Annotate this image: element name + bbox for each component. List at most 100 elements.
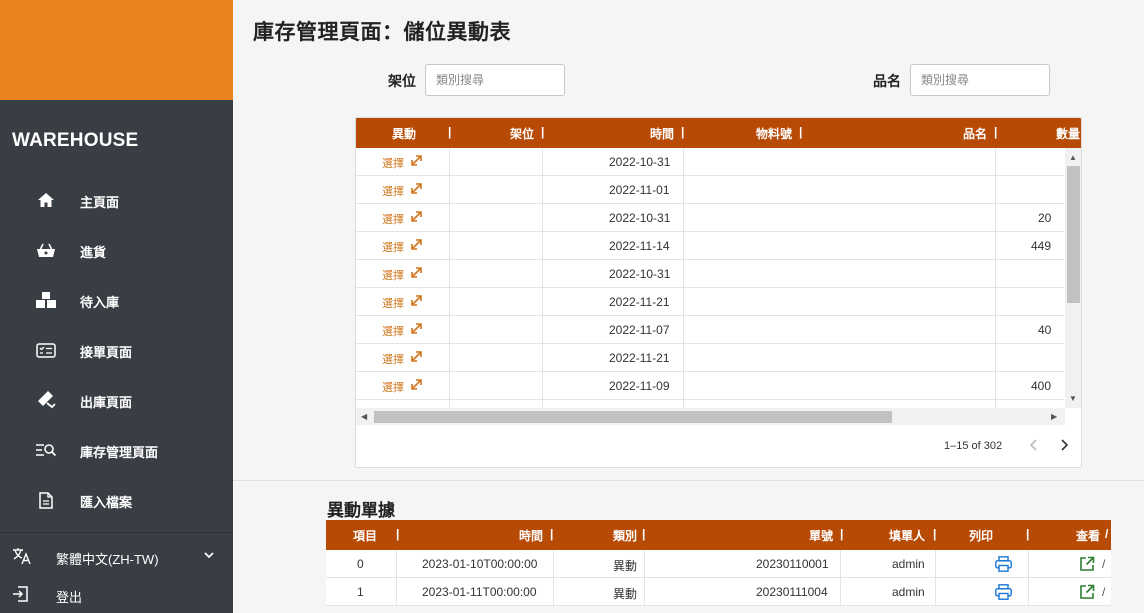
sidebar-item-outbound[interactable]: 出庫頁面 bbox=[0, 375, 233, 425]
number-cell: 20230111004 bbox=[756, 585, 828, 599]
column-header[interactable]: 時間 bbox=[519, 527, 543, 544]
scroll-down-icon[interactable]: ▼ bbox=[1069, 394, 1077, 403]
column-divider: | bbox=[681, 125, 685, 139]
column-line bbox=[1028, 578, 1029, 606]
section-divider bbox=[233, 480, 1144, 481]
sidebar-item-orders[interactable]: 接單頁面 bbox=[0, 325, 233, 375]
column-line bbox=[396, 550, 397, 578]
table-row[interactable]: 選擇 2022-11-21 bbox=[356, 344, 1064, 372]
select-action[interactable]: 選擇 bbox=[382, 183, 404, 199]
column-header[interactable]: 列印 bbox=[969, 527, 993, 544]
sidebar-item-label: 待入庫 bbox=[80, 295, 120, 310]
user-cell: admin bbox=[892, 557, 925, 571]
prev-page-icon[interactable] bbox=[1028, 438, 1040, 457]
language-selector[interactable]: 繁體中文(ZH-TW) bbox=[0, 540, 233, 574]
table-row[interactable]: 選擇 2022-11-01 bbox=[356, 176, 1064, 204]
column-divider: | bbox=[550, 527, 554, 541]
column-header[interactable]: 項目 bbox=[353, 527, 377, 544]
open-external-icon[interactable] bbox=[1079, 556, 1095, 575]
table-row[interactable]: 選擇 2022-10-31 bbox=[356, 148, 1064, 176]
select-action[interactable]: 選擇 bbox=[382, 351, 404, 367]
column-header[interactable]: 異動 bbox=[392, 125, 416, 142]
sidebar-item-purchase[interactable]: 進貨 bbox=[0, 225, 233, 275]
column-line bbox=[840, 550, 841, 578]
expand-icon[interactable] bbox=[410, 238, 423, 254]
open-external-icon[interactable] bbox=[1079, 584, 1095, 603]
select-action[interactable]: 選擇 bbox=[382, 267, 404, 283]
movement-row[interactable]: 0 2023-01-10T00:00:00 異動 20230110001 adm… bbox=[326, 550, 1111, 578]
column-divider: | bbox=[448, 125, 452, 139]
column-header[interactable]: 數量 bbox=[1056, 125, 1080, 142]
brand-logo-text: WAREHOUSE bbox=[12, 130, 139, 151]
sidebar-item-label: 主頁面 bbox=[80, 195, 120, 210]
expand-icon[interactable] bbox=[410, 154, 423, 170]
sidebar-banner bbox=[0, 0, 233, 100]
time-cell: 2023-01-11T00:00:00 bbox=[422, 585, 537, 599]
table-row[interactable]: 選擇 2022-11-14 449 bbox=[356, 232, 1064, 260]
expand-icon[interactable] bbox=[410, 322, 423, 338]
sidebar-item-home[interactable]: 主頁面 bbox=[0, 175, 233, 225]
select-action[interactable]: 選擇 bbox=[382, 239, 404, 255]
sidebar-item-import[interactable]: 匯入檔案 bbox=[0, 475, 233, 525]
printer-icon[interactable] bbox=[995, 584, 1012, 603]
scroll-right-icon[interactable]: ▶ bbox=[1051, 412, 1057, 421]
expand-icon[interactable] bbox=[410, 294, 423, 310]
time-cell: 2022-11-09 bbox=[609, 379, 670, 393]
shelf-search-input[interactable] bbox=[425, 64, 565, 96]
select-action[interactable]: 選擇 bbox=[382, 379, 404, 395]
column-header[interactable]: 物料號 bbox=[756, 125, 792, 142]
movement-section-title: 異動單據 bbox=[327, 501, 395, 520]
quantity-cell: 20 bbox=[1038, 211, 1052, 225]
scroll-up-icon[interactable]: ▲ bbox=[1069, 153, 1077, 162]
column-header[interactable]: 時間 bbox=[650, 125, 674, 142]
column-header[interactable]: 填單人 bbox=[889, 527, 925, 544]
table-row[interactable]: 選擇 2022-11-21 bbox=[356, 288, 1064, 316]
column-header[interactable]: 架位 bbox=[510, 125, 534, 142]
table-row[interactable]: 選擇 2022-11-09 400 bbox=[356, 372, 1064, 400]
select-action[interactable]: 選擇 bbox=[382, 323, 404, 339]
horizontal-scrollbar-thumb[interactable] bbox=[374, 411, 892, 423]
column-line bbox=[935, 578, 936, 606]
scroll-left-icon[interactable]: ◀ bbox=[361, 412, 367, 421]
select-action[interactable]: 選擇 bbox=[382, 155, 404, 171]
time-cell: 2022-11-07 bbox=[609, 323, 670, 337]
printer-icon[interactable] bbox=[995, 556, 1012, 575]
column-header[interactable]: 類別 bbox=[613, 527, 637, 544]
expand-icon[interactable] bbox=[410, 182, 423, 198]
logout-button[interactable]: 登出 bbox=[0, 578, 233, 612]
column-line bbox=[553, 578, 554, 606]
table-row[interactable]: 選擇 2022-11-07 40 bbox=[356, 316, 1064, 344]
column-line bbox=[396, 578, 397, 606]
page-title: 庫存管理頁面：儲位異動表 bbox=[253, 21, 511, 44]
time-cell: 2023-01-10T00:00:00 bbox=[422, 557, 538, 571]
vertical-scrollbar-thumb[interactable] bbox=[1067, 166, 1080, 303]
pagination-range: 1–15 of 302 bbox=[944, 440, 1003, 452]
name-search-input[interactable] bbox=[910, 64, 1050, 96]
expand-icon[interactable] bbox=[410, 378, 423, 394]
table-row[interactable]: 選擇 2022-10-31 20 bbox=[356, 204, 1064, 232]
column-header[interactable]: 查看 bbox=[1076, 527, 1100, 544]
sidebar-item-pending-stock[interactable]: 待入庫 bbox=[0, 275, 233, 325]
column-header[interactable]: 單號 bbox=[809, 527, 833, 544]
column-divider: / bbox=[1105, 527, 1109, 541]
movement-row[interactable]: 1 2023-01-11T00:00:00 異動 20230111004 adm… bbox=[326, 578, 1111, 606]
sidebar-item-inventory[interactable]: 庫存管理頁面 bbox=[0, 425, 233, 475]
expand-icon[interactable] bbox=[410, 350, 423, 366]
basket-icon bbox=[36, 240, 56, 260]
item-cell: 0 bbox=[357, 557, 364, 571]
translate-icon bbox=[12, 547, 32, 570]
select-action[interactable]: 選擇 bbox=[382, 211, 404, 227]
expand-icon[interactable] bbox=[410, 210, 423, 226]
column-header[interactable]: 品名 bbox=[963, 125, 987, 142]
list-search-icon bbox=[36, 440, 56, 460]
select-action[interactable]: 選擇 bbox=[382, 295, 404, 311]
expand-icon[interactable] bbox=[410, 266, 423, 282]
sidebar-item-label: 出庫頁面 bbox=[80, 395, 133, 410]
time-cell: 2022-10-31 bbox=[609, 211, 671, 225]
time-cell: 2022-11-21 bbox=[609, 351, 670, 365]
number-cell: 20230110001 bbox=[756, 557, 829, 571]
time-cell: 2022-11-14 bbox=[609, 239, 670, 253]
table-row[interactable]: 選擇 2022-10-31 bbox=[356, 260, 1064, 288]
logout-icon bbox=[12, 586, 30, 607]
next-page-icon[interactable] bbox=[1058, 438, 1070, 457]
